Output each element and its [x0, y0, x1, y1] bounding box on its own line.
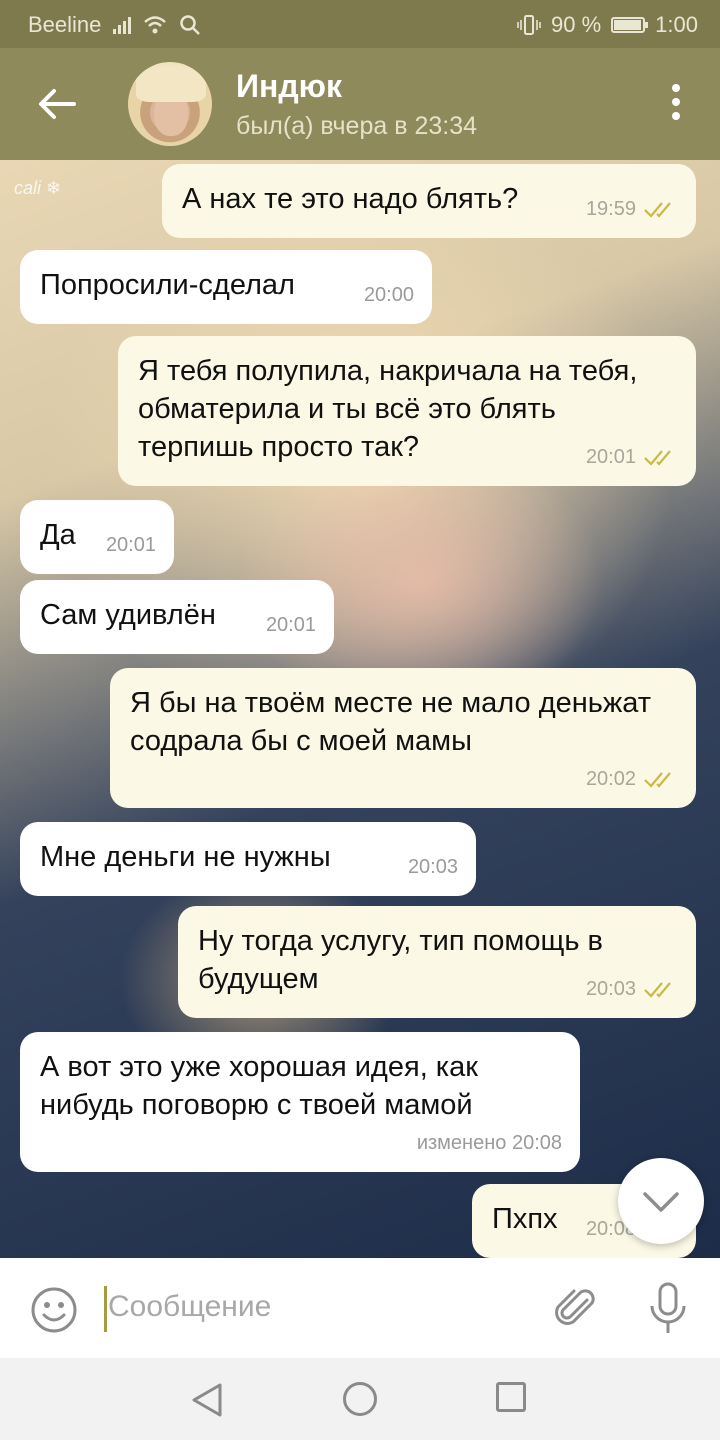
vibrate-icon	[517, 15, 541, 35]
message-bubble-incoming[interactable]: Сам удивлён 20:01	[20, 580, 334, 654]
message-text: Сам удивлён	[40, 599, 216, 631]
message-bubble-outgoing[interactable]: Я тебя полупила, накричала на тебя, обма…	[118, 336, 696, 486]
wifi-icon	[144, 16, 167, 34]
last-seen-status: был(а) вчера в 23:34	[236, 112, 478, 140]
message-time: 20:01	[265, 614, 316, 636]
message-text: Ну тогда услугу, тип помощь в будущем	[198, 925, 603, 995]
double-check-icon	[644, 202, 671, 218]
text-cursor	[104, 1286, 107, 1332]
message-bubble-incoming[interactable]: Мне деньги не нужны 20:03	[20, 822, 476, 896]
battery-icon	[611, 17, 649, 33]
microphone-icon[interactable]	[648, 1282, 688, 1336]
chat-area[interactable]: cali ❄ А нах те это надо блять? 19:59 По…	[0, 160, 720, 1258]
message-time: 20:03	[407, 856, 458, 878]
arrow-left-icon[interactable]	[34, 82, 78, 126]
chevron-down-icon	[643, 1192, 679, 1212]
message-input[interactable]: Сообщение	[108, 1290, 271, 1324]
message-text: А вот это уже хорошая идея, как нибудь п…	[40, 1051, 478, 1121]
search-icon	[180, 15, 201, 35]
avatar[interactable]	[128, 62, 212, 146]
carrier-name: Beeline	[28, 12, 102, 37]
emoji-icon[interactable]	[30, 1286, 78, 1334]
message-time: 20:02	[586, 760, 678, 798]
message-text: А нах те это надо блять?	[182, 183, 519, 215]
message-text: Пхпх	[492, 1203, 558, 1235]
more-vertical-icon[interactable]	[670, 84, 682, 124]
signal-icon	[113, 16, 132, 34]
double-check-icon	[644, 772, 671, 788]
nav-back-icon[interactable]	[190, 1382, 224, 1418]
chat-header: Индюк был(а) вчера в 23:34	[0, 48, 720, 160]
message-text: Да	[40, 519, 76, 551]
nav-recents-button[interactable]	[496, 1382, 526, 1412]
double-check-icon	[644, 982, 671, 998]
message-time: 20:01	[586, 438, 678, 476]
message-bubble-outgoing[interactable]: А нах те это надо блять? 19:59	[162, 164, 696, 238]
message-time: 20:01	[105, 534, 156, 556]
double-check-icon	[644, 450, 671, 466]
message-time: 20:00	[363, 284, 414, 306]
message-text: Мне деньги не нужны	[40, 841, 331, 873]
message-time: 19:59	[586, 190, 678, 228]
message-time: 20:03	[586, 970, 678, 1008]
message-bubble-outgoing[interactable]: Ну тогда услугу, тип помощь в будущем 20…	[178, 906, 696, 1018]
message-bubble-incoming[interactable]: Попросили-сделал 20:00	[20, 250, 432, 324]
attach-icon[interactable]	[554, 1286, 600, 1332]
message-text: Я бы на твоём месте не мало деньжат содр…	[130, 687, 652, 757]
system-nav-bar	[0, 1358, 720, 1440]
message-text: Я тебя полупила, накричала на тебя, обма…	[138, 355, 638, 463]
message-bubble-incoming[interactable]: Да 20:01	[20, 500, 174, 574]
nav-home-button[interactable]	[343, 1382, 377, 1416]
status-bar: Beeline 90 % 1:00	[0, 0, 720, 48]
message-bubble-outgoing[interactable]: Я бы на твоём месте не мало деньжат содр…	[110, 668, 696, 808]
message-time: изменено 20:08	[416, 1132, 562, 1154]
message-composer: Сообщение	[0, 1258, 720, 1358]
wallpaper-watermark: cali ❄	[14, 178, 62, 198]
clock: 1:00	[655, 12, 698, 37]
contact-name[interactable]: Индюк	[236, 68, 342, 105]
scroll-down-button[interactable]	[618, 1158, 704, 1244]
battery-percent: 90 %	[551, 12, 602, 37]
message-text: Попросили-сделал	[40, 269, 295, 301]
message-bubble-incoming[interactable]: А вот это уже хорошая идея, как нибудь п…	[20, 1032, 580, 1172]
